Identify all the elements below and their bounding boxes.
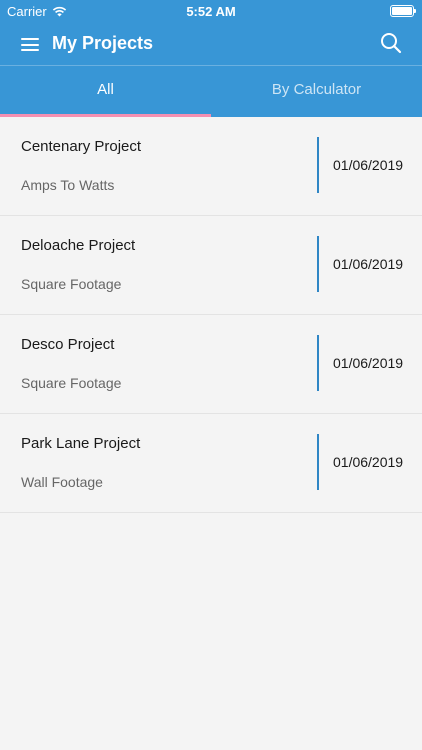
search-icon[interactable] bbox=[380, 32, 402, 54]
tab-all[interactable]: All bbox=[0, 66, 211, 117]
tab-bar: All By Calculator bbox=[0, 66, 422, 117]
project-calculator: Wall Footage bbox=[21, 474, 103, 490]
list-item[interactable]: Deloache Project Square Footage 01/06/20… bbox=[0, 216, 422, 315]
project-list: Centenary Project Amps To Watts 01/06/20… bbox=[0, 117, 422, 513]
project-name: Centenary Project bbox=[21, 138, 142, 155]
battery-icon bbox=[390, 5, 416, 17]
project-date: 01/06/2019 bbox=[333, 454, 404, 470]
row-divider bbox=[317, 137, 319, 193]
app-header: Carrier 5:52 AM My Projects All By Calcu… bbox=[0, 0, 422, 117]
project-calculator: Amps To Watts bbox=[21, 177, 115, 193]
row-divider bbox=[317, 236, 319, 292]
list-item[interactable]: Centenary Project Amps To Watts 01/06/20… bbox=[0, 117, 422, 216]
toolbar: My Projects bbox=[0, 22, 422, 66]
project-calculator: Square Footage bbox=[21, 276, 122, 292]
project-date: 01/06/2019 bbox=[333, 256, 404, 272]
project-name: Park Lane Project bbox=[21, 435, 141, 452]
project-date: 01/06/2019 bbox=[333, 157, 404, 173]
list-item[interactable]: Park Lane Project Wall Footage 01/06/201… bbox=[0, 414, 422, 513]
project-name: Desco Project bbox=[21, 336, 115, 353]
project-date: 01/06/2019 bbox=[333, 355, 404, 371]
page-title: My Projects bbox=[52, 33, 154, 53]
project-name: Deloache Project bbox=[21, 237, 136, 254]
tab-by-calculator[interactable]: By Calculator bbox=[211, 66, 422, 117]
row-divider bbox=[317, 434, 319, 490]
status-time: 5:52 AM bbox=[186, 4, 236, 19]
project-calculator: Square Footage bbox=[21, 375, 122, 391]
list-item[interactable]: Desco Project Square Footage 01/06/2019 bbox=[0, 315, 422, 414]
menu-icon[interactable] bbox=[21, 38, 39, 51]
status-bar: Carrier 5:52 AM bbox=[0, 0, 422, 22]
row-divider bbox=[317, 335, 319, 391]
